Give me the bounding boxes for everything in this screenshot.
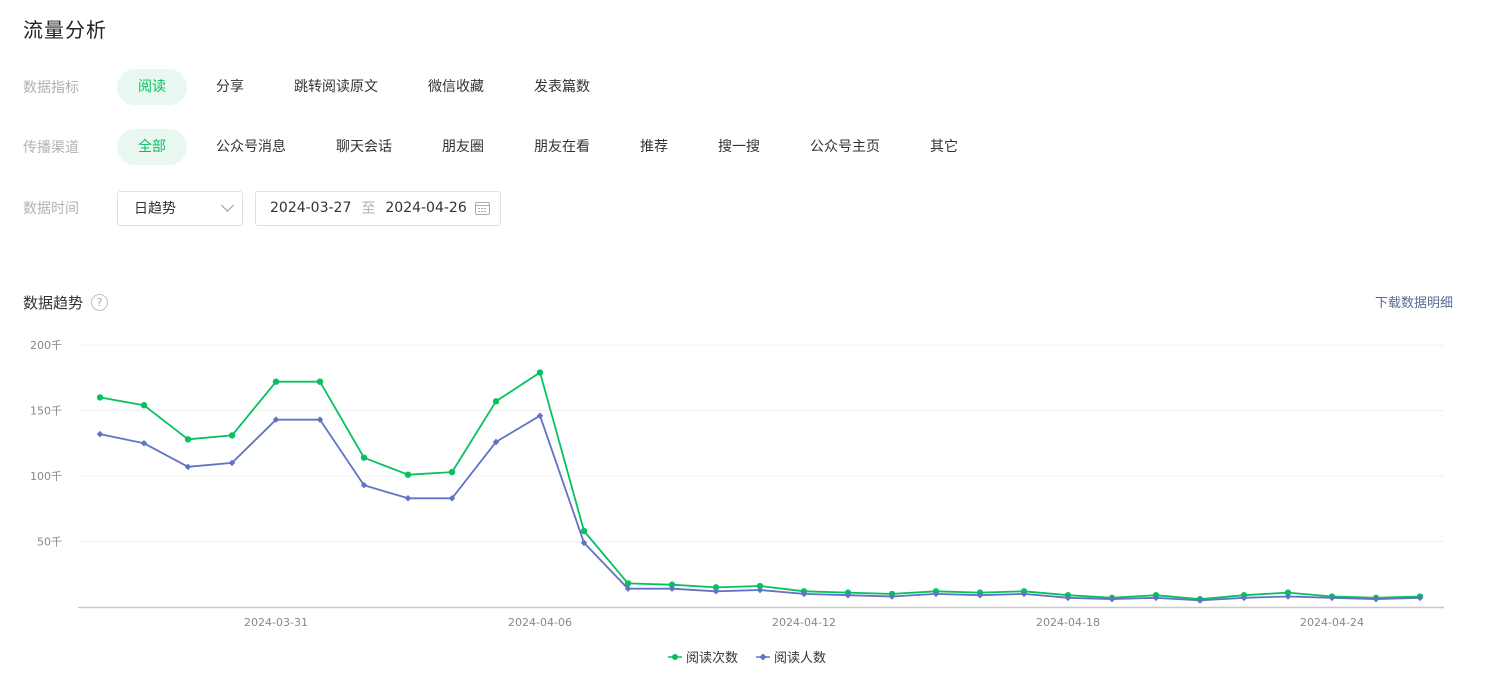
start-date[interactable]: 2024-03-27	[270, 200, 351, 216]
data-point-read-count	[580, 527, 588, 535]
channel-chip-chat[interactable]: 聊天会话	[315, 129, 413, 165]
channel-chip-recommend[interactable]: 推荐	[619, 129, 689, 165]
channel-filter-label: 传播渠道	[23, 140, 79, 156]
data-point-read-count	[448, 468, 456, 476]
channel-chip-other[interactable]: 其它	[909, 129, 979, 165]
legend-label-reader-count: 阅读人数	[774, 651, 827, 666]
metric-chip-original-link[interactable]: 跳转阅读原文	[273, 69, 399, 105]
data-point-reader-count	[184, 463, 192, 471]
download-details-link[interactable]: 下载数据明细	[1375, 292, 1453, 311]
metric-filter-label: 数据指标	[23, 80, 79, 96]
calendar-icon[interactable]	[475, 201, 490, 215]
channel-chip-search[interactable]: 搜一搜	[697, 129, 781, 165]
trend-title: 数据趋势	[23, 294, 84, 312]
data-point-read-count	[492, 398, 500, 405]
y-tick-label: 150千	[30, 405, 62, 418]
y-tick-label: 100千	[30, 470, 62, 483]
channel-chip-friends-watching[interactable]: 朋友在看	[513, 129, 611, 165]
metric-filter-row: 数据指标 阅读 分享 跳转阅读原文 微信收藏 发表篇数	[23, 69, 619, 105]
y-tick-label: 50千	[37, 536, 62, 549]
trend-line-chart: 50千 100千 150千 200千 2024-03-31 2024-04-06 2024-…	[30, 339, 1444, 629]
channel-chip-account-message[interactable]: 公众号消息	[195, 129, 307, 165]
chevron-down-icon	[221, 199, 234, 212]
date-separator: 至	[361, 201, 376, 217]
granularity-value: 日趋势	[134, 201, 176, 217]
data-point-read-count	[316, 378, 324, 385]
trend-section-title: 数据趋势 ?	[23, 292, 109, 313]
data-point-read-count	[228, 432, 236, 439]
channel-chip-account-home[interactable]: 公众号主页	[789, 129, 901, 165]
legend-item-reader-count[interactable]: 阅读人数	[756, 647, 826, 666]
end-date[interactable]: 2024-04-26	[385, 200, 466, 216]
data-point-read-count	[140, 402, 148, 409]
series-line-1	[99, 371, 1421, 601]
x-tick-label: 2024-04-06	[508, 616, 572, 629]
page-title: 流量分析	[23, 18, 107, 42]
channel-filter-row: 传播渠道 全部 公众号消息 聊天会话 朋友圈 朋友在看 推荐 搜一搜 公众号主页…	[23, 129, 987, 165]
channel-chip-all[interactable]: 全部	[117, 129, 187, 165]
x-tick-label: 2024-03-31	[244, 616, 308, 629]
metric-chip-share[interactable]: 分享	[195, 69, 265, 105]
data-point-reader-count	[96, 430, 104, 438]
date-range-picker[interactable]: 2024-03-27 至 2024-04-26	[255, 190, 501, 226]
data-point-read-count	[536, 369, 544, 376]
x-tick-label: 2024-04-18	[1036, 616, 1100, 629]
x-tick-label: 2024-04-24	[1300, 616, 1364, 629]
metric-chip-favorite[interactable]: 微信收藏	[407, 69, 505, 105]
legend-circle-icon	[667, 653, 682, 661]
y-tick-label: 200千	[30, 339, 62, 352]
granularity-select[interactable]: 日趋势	[117, 190, 243, 226]
time-filter-label: 数据时间	[23, 201, 79, 217]
data-point-read-count	[404, 471, 412, 478]
help-icon[interactable]: ?	[91, 294, 109, 311]
chart-legend: 阅读次数 阅读人数	[0, 647, 1494, 666]
data-point-read-count	[184, 436, 192, 443]
data-point-read-count	[96, 394, 104, 401]
data-point-read-count	[360, 454, 368, 461]
data-point-reader-count	[404, 495, 412, 502]
time-filter-row: 数据时间 日趋势 2024-03-27 至 2024-04-26	[23, 190, 501, 226]
x-tick-label: 2024-04-12	[772, 616, 836, 629]
legend-item-read-count[interactable]: 阅读次数	[667, 647, 738, 666]
legend-diamond-icon	[756, 652, 770, 661]
legend-label-read-count: 阅读次数	[685, 651, 738, 666]
data-point-read-count	[272, 378, 280, 385]
metric-chip-read[interactable]: 阅读	[117, 69, 187, 105]
channel-chip-moments[interactable]: 朋友圈	[421, 129, 505, 165]
series-line-2	[99, 414, 1421, 602]
metric-chip-post-count[interactable]: 发表篇数	[513, 69, 611, 105]
